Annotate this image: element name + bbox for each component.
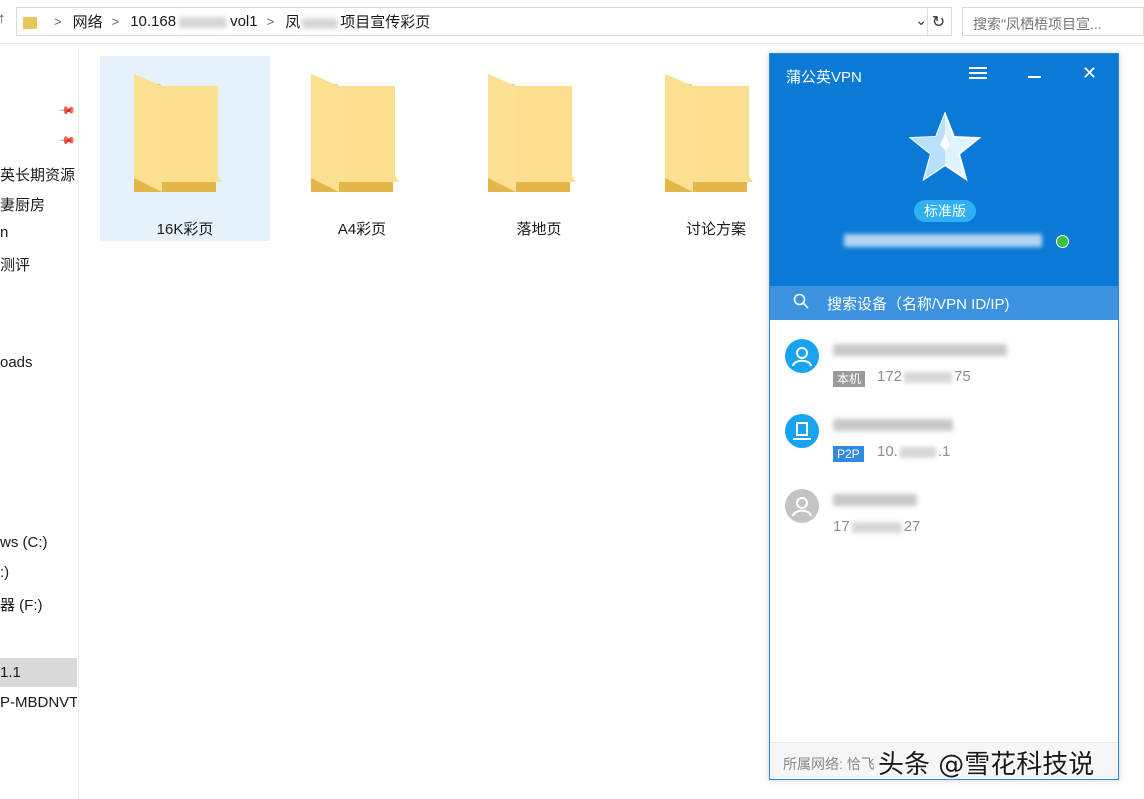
folder-item[interactable]: 16K彩页 — [100, 56, 270, 241]
nav-item-downloads[interactable]: oads — [0, 350, 77, 376]
folder-icon — [665, 74, 753, 192]
device-ip: 172 75 — [877, 368, 971, 385]
user-icon — [785, 339, 819, 373]
breadcrumb-network[interactable]: 网络 — [73, 11, 103, 32]
account-name — [844, 232, 1044, 250]
vpn-window: 蒲公英VPN ✕ 标准版 搜索设备（名称/VPN ID/IP) 本机 172 7… — [769, 53, 1119, 780]
nav-item-kitchen[interactable]: 妻厨房 — [0, 190, 77, 216]
online-status-icon — [1056, 235, 1069, 248]
chevron-down-icon[interactable]: ⌄ — [915, 12, 927, 29]
breadcrumb-share[interactable]: vol1 — [230, 13, 258, 30]
folder-label: 落地页 — [516, 221, 562, 238]
pin-icon[interactable]: 📌 — [57, 101, 76, 120]
device-search-input[interactable]: 搜索设备（名称/VPN ID/IP) — [770, 286, 1118, 320]
nav-item-review[interactable]: 测评 — [0, 250, 77, 276]
search-input[interactable]: 搜索"凤栖梧项目宣... — [962, 7, 1144, 36]
device-name — [833, 416, 953, 431]
vpn-header: 蒲公英VPN ✕ 标准版 — [770, 54, 1118, 286]
chevron-right-icon[interactable]: > — [267, 14, 275, 29]
chevron-right-icon[interactable]: > — [112, 14, 120, 29]
breadcrumb-host[interactable]: 10.168 — [130, 13, 230, 30]
menu-icon[interactable] — [969, 67, 987, 82]
p2p-tag: P2P — [833, 446, 864, 462]
nav-item-resources[interactable]: 英长期资源 — [0, 160, 77, 186]
chevron-right-icon[interactable]: > — [54, 14, 62, 29]
nav-item-drive-d[interactable]: :) — [0, 560, 77, 586]
folder-label: A4彩页 — [337, 221, 387, 238]
device-ip: 10. .1 — [877, 443, 951, 460]
close-icon[interactable]: ✕ — [1082, 63, 1097, 84]
user-icon — [785, 489, 819, 523]
nav-item-n[interactable]: n — [0, 220, 77, 246]
nav-item-network-host[interactable]: 1.1 — [0, 658, 77, 687]
nav-item-drive-c[interactable]: ws (C:) — [0, 530, 77, 556]
folder-icon — [488, 74, 576, 192]
router-icon — [785, 414, 819, 448]
up-arrow-icon[interactable]: ↑ — [0, 10, 6, 27]
nav-item-drive-f[interactable]: 器 (F:) — [0, 590, 77, 616]
search-icon — [793, 293, 809, 309]
device-row[interactable]: P2P 10. .1 — [770, 406, 1118, 476]
folder-item[interactable]: 落地页 — [454, 56, 624, 241]
folder-icon — [23, 16, 37, 29]
navigation-pane: 📌 📌 英长期资源 妻厨房 n 测评 oads ws (C:) :) 器 (F:… — [0, 48, 79, 799]
star-icon — [909, 112, 981, 182]
refresh-icon[interactable]: ↻ — [927, 8, 949, 35]
nav-item-pc[interactable]: P-MBDNVT — [0, 690, 77, 716]
minimize-icon[interactable] — [1028, 76, 1041, 78]
device-name — [833, 341, 1007, 356]
device-name — [833, 491, 917, 506]
folder-item[interactable]: A4彩页 — [277, 56, 447, 241]
watermark-text: 头条 @雪花科技说 — [878, 750, 1095, 780]
breadcrumb-folder[interactable]: 凤项目宣传彩页 — [285, 11, 430, 32]
pin-icon[interactable]: 📌 — [57, 131, 76, 150]
folder-label: 16K彩页 — [156, 221, 214, 238]
address-bar-row: ↑ > 网络 > 10.168 vol1 > 凤项目宣传彩页 ⌄ ↻ 搜索"凤栖… — [0, 0, 1144, 44]
folder-icon — [311, 74, 399, 192]
edition-badge: 标准版 — [914, 200, 976, 222]
device-row[interactable]: 17 27 — [770, 481, 1118, 551]
device-row[interactable]: 本机 172 75 — [770, 331, 1118, 401]
device-search-placeholder: 搜索设备（名称/VPN ID/IP) — [827, 296, 1010, 313]
folder-icon — [134, 74, 222, 192]
local-tag: 本机 — [833, 371, 866, 387]
vpn-title: 蒲公英VPN — [786, 69, 862, 86]
address-bar[interactable]: > 网络 > 10.168 vol1 > 凤项目宣传彩页 ⌄ ↻ — [16, 7, 952, 36]
breadcrumb: > 网络 > 10.168 vol1 > 凤项目宣传彩页 — [23, 8, 430, 35]
device-ip: 17 27 — [833, 518, 921, 535]
